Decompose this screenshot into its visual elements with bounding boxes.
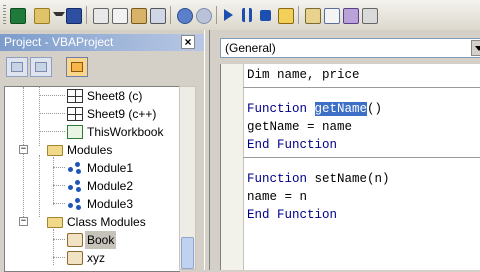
tree-line	[39, 113, 65, 114]
redo-icon[interactable]	[196, 8, 212, 24]
code-line: End Function	[247, 138, 338, 152]
project-tree[interactable]: Sheet8 (c) Sheet9 (c++) ThisWorkbook − M…	[4, 86, 180, 272]
tree-line	[39, 155, 40, 217]
tree-item-label: Book	[85, 231, 117, 249]
collapse-toggle[interactable]: −	[19, 217, 28, 226]
find-icon[interactable]	[150, 8, 166, 24]
excel-icon[interactable]	[10, 8, 26, 24]
sheet-icon	[67, 89, 83, 103]
toolbar-separator	[86, 6, 87, 24]
view-object-icon	[35, 62, 47, 72]
scrollbar-thumb[interactable]	[181, 237, 194, 269]
code-editor[interactable]: Dim name, price Function getName() getNa…	[220, 64, 480, 270]
tree-line	[39, 131, 65, 132]
reset-icon[interactable]	[260, 10, 271, 21]
project-explorer-icon[interactable]	[305, 8, 321, 24]
tree-line	[53, 167, 65, 168]
tree-item-label: Module2	[87, 179, 134, 193]
break-icon[interactable]	[242, 8, 252, 22]
toolbox-icon[interactable]	[362, 8, 378, 24]
tree-line	[53, 239, 65, 240]
toolbar-grip[interactable]	[3, 5, 6, 25]
project-explorer-buttons	[0, 52, 204, 82]
run-icon[interactable]	[224, 9, 233, 21]
cut-icon[interactable]	[93, 8, 109, 24]
code-text: setName(n)	[314, 172, 390, 186]
project-explorer-title: Project - VBAProject	[4, 35, 114, 49]
insert-object-icon[interactable]	[34, 8, 50, 24]
design-mode-icon[interactable]	[278, 8, 294, 24]
view-code-icon	[11, 62, 23, 72]
tree-item-label: Module3	[87, 197, 134, 211]
tree-item-label: Class Modules	[67, 215, 146, 229]
code-line: Function setName(n)	[247, 170, 390, 188]
project-explorer-pane: Project - VBAProject × Sheet8 (c) Sheet9…	[0, 30, 204, 272]
tree-item-label: Module1	[87, 161, 134, 175]
view-object-button[interactable]	[30, 57, 52, 77]
code-margin[interactable]	[221, 64, 244, 270]
tree-line	[53, 257, 65, 258]
view-code-button[interactable]	[6, 57, 28, 77]
tree-item-label: Sheet9 (c++)	[87, 107, 157, 121]
tree-item-label: ThisWorkbook	[87, 125, 164, 139]
module-icon	[67, 197, 83, 211]
tree-item-label: Modules	[67, 143, 113, 157]
standard-toolbar	[0, 0, 480, 31]
folder-icon	[47, 217, 63, 228]
module-icon	[67, 179, 83, 193]
object-dropdown-value: (General)	[225, 41, 276, 55]
code-line: Dim name, price	[247, 68, 360, 82]
tree-line	[53, 203, 65, 204]
folder-icon	[47, 145, 63, 156]
undo-icon[interactable]	[177, 8, 193, 24]
toolbar-separator	[170, 6, 171, 24]
code-text: ()	[367, 102, 383, 116]
code-keyword: Function	[247, 172, 315, 186]
chevron-down-icon[interactable]	[53, 12, 65, 16]
tree-item-label: xyz	[87, 251, 105, 265]
project-scrollbar[interactable]	[179, 86, 196, 270]
chevron-down-icon[interactable]	[471, 40, 480, 56]
tree-line	[39, 95, 65, 96]
code-line: name = n	[247, 190, 308, 204]
close-button[interactable]: ×	[181, 35, 195, 49]
class-module-icon	[67, 251, 83, 265]
save-icon[interactable]	[66, 8, 82, 24]
toolbar-separator	[298, 6, 299, 24]
properties-icon[interactable]	[324, 8, 340, 24]
module-icon	[67, 161, 83, 175]
toggle-folders-button[interactable]	[66, 57, 88, 77]
collapse-toggle[interactable]: −	[19, 145, 28, 154]
toolbar-separator	[216, 6, 217, 24]
procedure-separator	[243, 157, 480, 158]
code-line: getName = name	[247, 120, 353, 134]
workbook-icon	[67, 125, 83, 139]
code-keyword: Function	[247, 102, 315, 116]
paste-icon[interactable]	[131, 8, 147, 24]
code-window: (General) Dim name, price Function getNa…	[210, 30, 480, 270]
tree-line	[53, 185, 65, 186]
folder-icon	[71, 62, 83, 72]
object-dropdown[interactable]: (General)	[220, 38, 480, 58]
tree-line	[53, 157, 54, 205]
tree-item-label: Sheet8 (c)	[87, 89, 143, 103]
object-browser-icon[interactable]	[343, 8, 359, 24]
copy-icon[interactable]	[112, 8, 128, 24]
class-module-icon	[67, 233, 83, 247]
tree-line	[53, 229, 54, 265]
code-line: Function getName()	[247, 100, 382, 118]
sheet-icon	[67, 107, 83, 121]
project-explorer-titlebar[interactable]: Project - VBAProject ×	[0, 34, 204, 51]
code-line: End Function	[247, 208, 338, 222]
procedure-separator	[243, 87, 480, 88]
close-icon: ×	[184, 35, 192, 49]
code-selection: getName	[314, 102, 368, 116]
